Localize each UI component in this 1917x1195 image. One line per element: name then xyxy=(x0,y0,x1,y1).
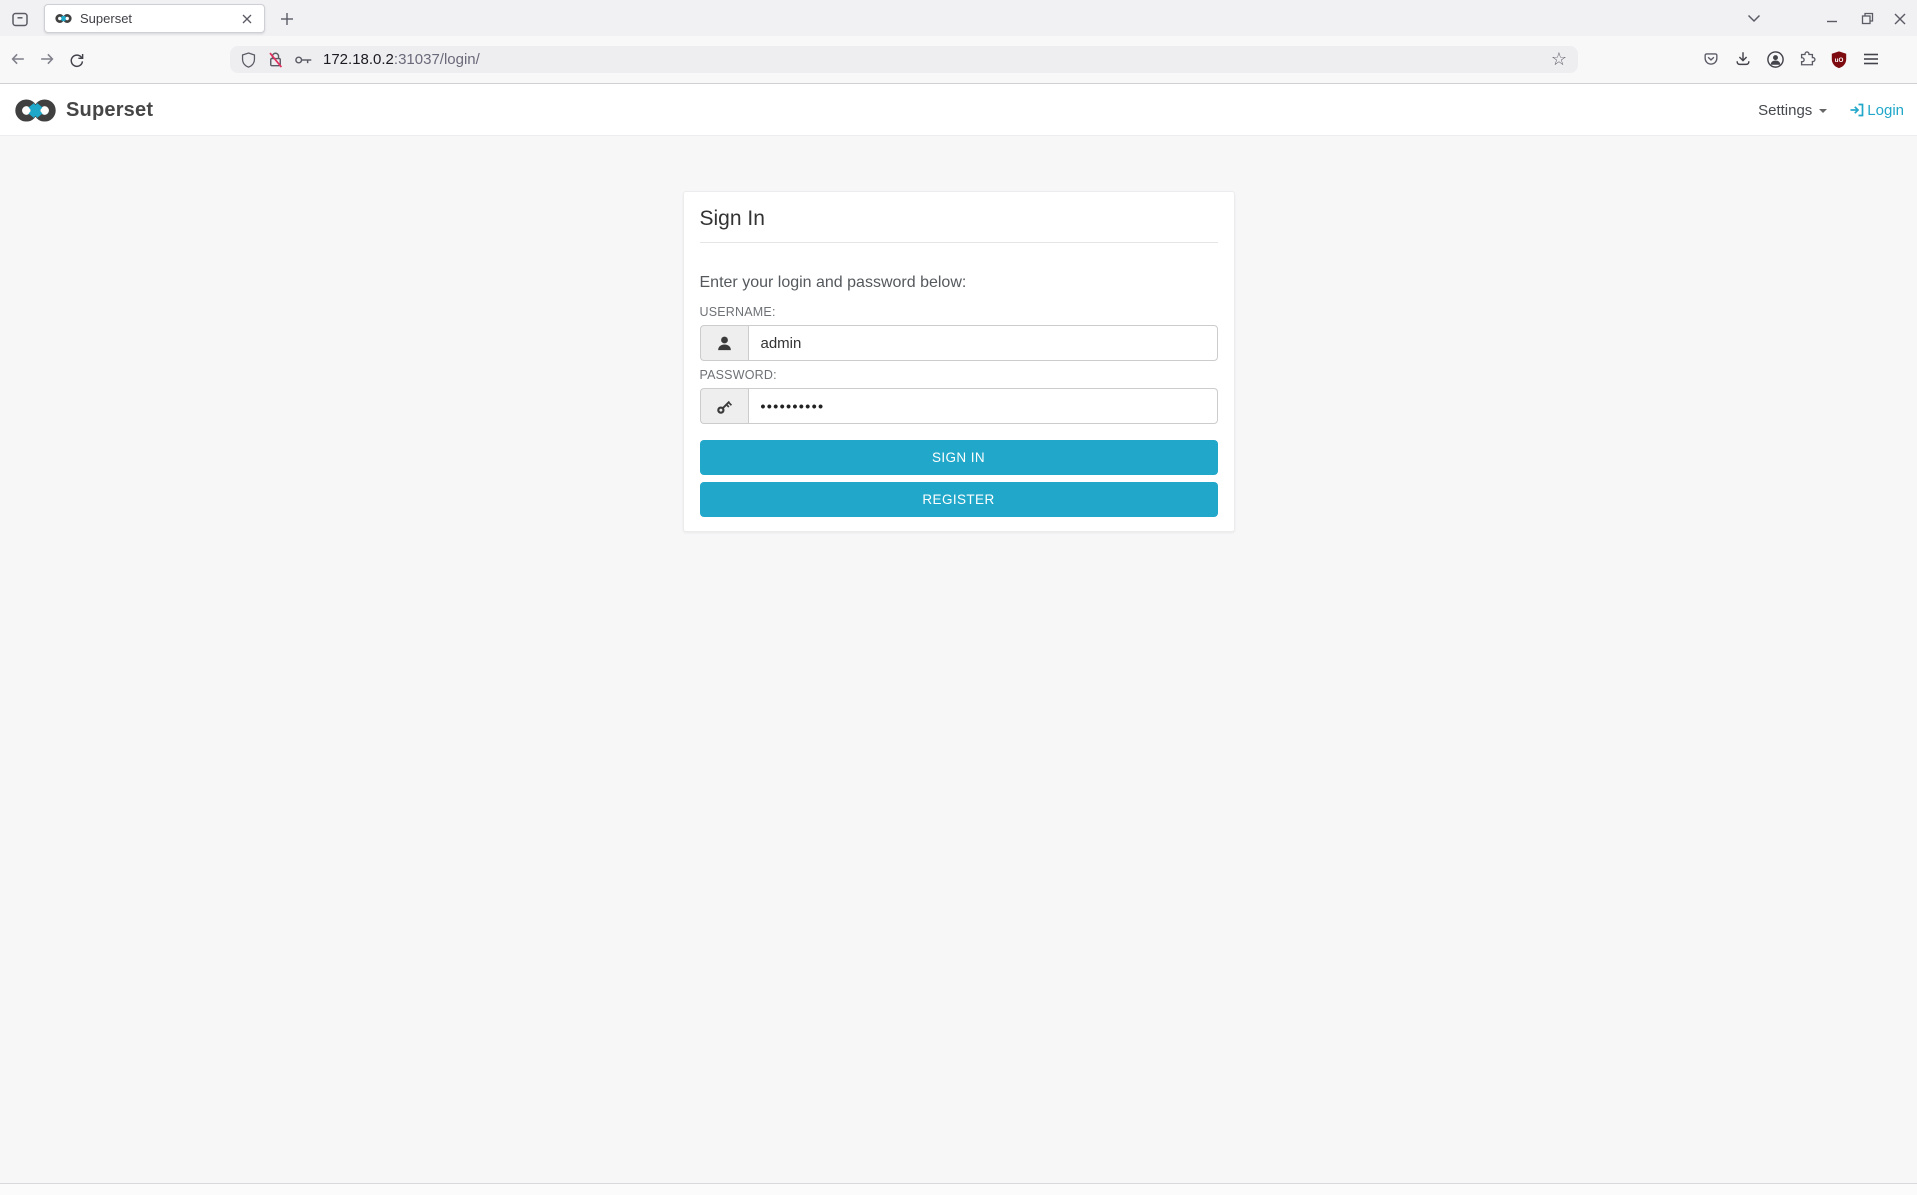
firefox-view-button[interactable] xyxy=(6,5,33,32)
back-arrow-icon xyxy=(9,50,27,68)
saved-login-key-icon[interactable] xyxy=(294,52,314,68)
key-icon xyxy=(715,397,734,416)
account-button[interactable] xyxy=(1762,45,1788,73)
url-path: :31037/login/ xyxy=(394,51,480,68)
tab-bar: Superset xyxy=(0,0,1917,36)
superset-navbar: Superset Settings Login xyxy=(0,84,1917,136)
toolbar-extensions-area: uO xyxy=(1698,45,1884,73)
downloads-button[interactable] xyxy=(1730,45,1756,73)
forward-button[interactable] xyxy=(33,45,61,73)
settings-label: Settings xyxy=(1758,102,1812,119)
close-icon xyxy=(242,14,252,24)
brand-name: Superset xyxy=(66,99,153,122)
user-icon xyxy=(715,334,734,353)
navbar-right: Settings Login xyxy=(1758,84,1904,136)
reload-icon xyxy=(68,51,85,68)
restore-icon xyxy=(1861,12,1874,25)
login-link[interactable]: Login xyxy=(1849,102,1904,119)
url-host: 172.18.0.2 xyxy=(323,51,394,68)
list-all-tabs-button[interactable] xyxy=(1739,5,1769,32)
close-icon xyxy=(1894,13,1906,25)
back-button[interactable] xyxy=(4,45,32,73)
register-button[interactable]: REGISTER xyxy=(700,482,1218,517)
new-tab-button[interactable] xyxy=(273,5,300,32)
login-label: Login xyxy=(1867,102,1904,119)
password-input-group xyxy=(700,388,1218,424)
extensions-button[interactable] xyxy=(1794,45,1820,73)
chevron-down-icon xyxy=(1747,14,1761,23)
close-window-button[interactable] xyxy=(1885,5,1915,32)
password-addon xyxy=(700,388,748,424)
reload-button[interactable] xyxy=(62,45,90,73)
ublock-origin-button[interactable]: uO xyxy=(1826,45,1852,73)
page-content: Sign In Enter your login and password be… xyxy=(0,136,1917,1195)
caret-down-icon xyxy=(1819,109,1827,113)
superset-favicon xyxy=(55,13,72,24)
plus-icon xyxy=(280,12,294,26)
tab-title: Superset xyxy=(80,11,236,26)
username-label: USERNAME: xyxy=(700,305,1218,319)
svg-text:uO: uO xyxy=(1835,56,1844,63)
tab-close-button[interactable] xyxy=(236,8,258,30)
pocket-icon xyxy=(1702,50,1720,68)
forward-arrow-icon xyxy=(38,50,56,68)
download-icon xyxy=(1734,50,1752,68)
navigation-toolbar: 172.18.0.2:31037/login/ ☆ xyxy=(0,36,1917,84)
superset-logo-icon xyxy=(14,98,57,123)
username-addon xyxy=(700,325,748,361)
minimize-icon xyxy=(1826,13,1838,25)
hamburger-menu-icon xyxy=(1863,52,1879,66)
page-footer-divider xyxy=(0,1183,1917,1195)
sign-in-arrow-icon xyxy=(1849,102,1865,118)
card-title: Sign In xyxy=(700,207,1218,231)
address-bar[interactable]: 172.18.0.2:31037/login/ ☆ xyxy=(230,46,1578,73)
url-text: 172.18.0.2:31037/login/ xyxy=(323,51,480,68)
settings-dropdown[interactable]: Settings xyxy=(1758,102,1827,119)
star-icon: ☆ xyxy=(1551,49,1567,70)
ublock-shield-icon: uO xyxy=(1830,50,1848,69)
bookmark-star-button[interactable]: ☆ xyxy=(1546,48,1572,72)
tracking-protection-shield-icon[interactable] xyxy=(240,51,257,69)
puzzle-icon xyxy=(1798,50,1816,68)
superset-brand[interactable]: Superset xyxy=(14,84,153,136)
browser-tab[interactable]: Superset xyxy=(44,4,265,33)
insecure-connection-lock-icon[interactable] xyxy=(266,50,285,69)
username-input-group xyxy=(700,325,1218,361)
account-icon xyxy=(1766,50,1785,69)
sign-in-button[interactable]: SIGN IN xyxy=(700,440,1218,475)
pocket-button[interactable] xyxy=(1698,45,1724,73)
password-input[interactable] xyxy=(748,388,1218,424)
browser-window: Superset xyxy=(0,0,1917,1195)
firefox-view-icon xyxy=(10,9,30,29)
sign-in-card: Sign In Enter your login and password be… xyxy=(683,191,1235,532)
minimize-button[interactable] xyxy=(1817,5,1847,32)
restore-window-button[interactable] xyxy=(1852,5,1882,32)
card-title-divider xyxy=(700,242,1218,243)
app-menu-button[interactable] xyxy=(1858,45,1884,73)
login-instructions: Enter your login and password below: xyxy=(700,274,1218,292)
password-label: PASSWORD: xyxy=(700,368,1218,382)
username-input[interactable] xyxy=(748,325,1218,361)
